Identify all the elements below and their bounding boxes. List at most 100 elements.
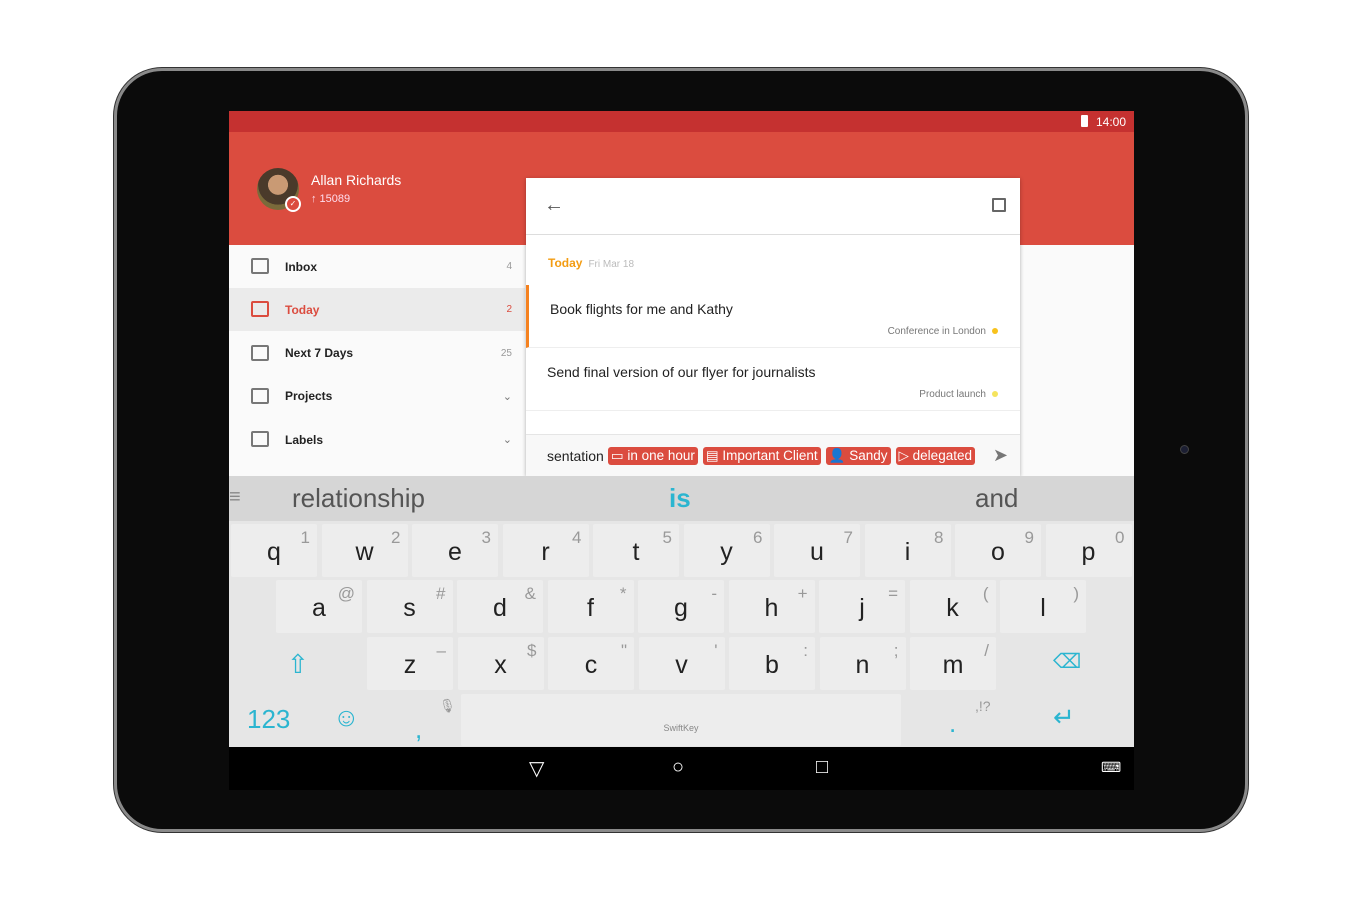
key-secondary: + [797, 584, 808, 603]
suggestion[interactable]: is [669, 483, 691, 514]
karma-badge-icon: ✓ [285, 196, 301, 212]
key-u[interactable]: u7 [774, 524, 860, 577]
suggestion[interactable]: relationship [292, 483, 425, 514]
sidebar-item-today[interactable]: Today 2 [229, 288, 525, 332]
sidebar-item-labels[interactable]: Labels ⌄ [229, 418, 525, 461]
quick-add-input[interactable]: sentation ▭ in one hour ▤ Important Clien… [526, 434, 1020, 476]
keyboard: ≡ relationship is and ⇧ ⌫ 123 ☺ , 🎙 Swif… [229, 476, 1134, 747]
key-label: m [942, 651, 964, 679]
sidebar: Inbox 4 Today 2 Next 7 Days 25 Projects ⌄ Labels… [229, 245, 525, 476]
key-h[interactable]: h + [728, 580, 815, 633]
calendar-icon [251, 301, 269, 318]
sidebar-item-inbox[interactable]: Inbox 4 [229, 245, 525, 288]
recents-nav-icon[interactable]: □ [816, 756, 828, 779]
item-count: 4 [506, 261, 512, 272]
key-secondary: ( [982, 584, 989, 603]
key-s[interactable]: s # [366, 580, 453, 633]
key-label: b [765, 651, 779, 679]
quick-add-text: sentation [547, 447, 604, 464]
chevron-down-icon[interactable]: ⌄ [503, 390, 512, 403]
mic-icon[interactable]: 🎙 [439, 698, 456, 714]
key-t[interactable]: t5 [593, 524, 679, 577]
key-secondary: " [620, 641, 627, 660]
key-secondary: 7 [843, 528, 853, 547]
quick-add-chip[interactable]: ▭ in one hour [607, 446, 698, 465]
key-o[interactable]: o9 [955, 524, 1041, 577]
key-secondary: 6 [753, 528, 763, 547]
key-k[interactable]: k( [909, 580, 996, 633]
nav-bar: ▽ ○ □ ⌨ [229, 747, 1134, 790]
key-z[interactable]: z – [367, 637, 453, 690]
key-y[interactable]: y6 [683, 524, 770, 577]
key-l[interactable]: l) [1000, 580, 1086, 633]
key-label: n [855, 651, 870, 679]
punctuation-label: ,!? [975, 698, 991, 714]
key-secondary: : [803, 641, 808, 660]
key-q[interactable]: q1 [231, 524, 317, 577]
key-secondary: ) [1073, 584, 1079, 603]
suggestion[interactable]: and [975, 483, 1018, 514]
sidebar-item-label: Today [285, 302, 320, 317]
task-title: Send final version of our flyer for jour… [547, 364, 816, 380]
task-title: Book flights for me and Kathy [550, 301, 733, 317]
space-key[interactable]: SwiftKey [461, 694, 901, 746]
key-j[interactable]: j = [819, 580, 905, 633]
enter-icon[interactable]: ↵ [1053, 702, 1075, 733]
keyboard-switch-icon[interactable]: ⌨ [1101, 759, 1121, 776]
project-color-dot [992, 391, 998, 398]
period-key[interactable]: . [949, 708, 956, 739]
menu-icon[interactable]: ≡ [229, 486, 241, 509]
numbers-key[interactable]: 123 [247, 704, 290, 735]
key-m[interactable]: m / [910, 637, 996, 690]
key-secondary: 2 [391, 528, 401, 547]
quick-add-chip[interactable]: 👤 Sandy [825, 446, 891, 465]
avatar[interactable]: ✓ [257, 168, 301, 212]
key-a[interactable]: a @ [276, 580, 362, 633]
comma-key[interactable]: , [415, 714, 422, 745]
key-v[interactable]: v ' [638, 637, 725, 690]
key-i[interactable]: i8 [864, 524, 951, 577]
key-g[interactable]: g- [638, 580, 724, 633]
key-secondary: - [711, 584, 717, 603]
item-count: 25 [500, 347, 512, 359]
key-f[interactable]: f * [547, 580, 634, 633]
key-n[interactable]: n; [819, 637, 906, 690]
send-icon[interactable]: ➤ [993, 445, 1008, 466]
sidebar-item-label: Projects [285, 389, 333, 404]
chevron-down-icon[interactable]: ⌄ [503, 433, 512, 446]
key-secondary: 0 [1115, 528, 1125, 547]
battery-icon [1081, 115, 1088, 127]
key-r[interactable]: r4 [502, 524, 589, 577]
home-nav-icon[interactable]: ○ [672, 756, 684, 779]
key-b[interactable]: b: [729, 637, 815, 690]
user-name: Allan Richards [311, 172, 402, 188]
key-e[interactable]: e3 [412, 524, 498, 577]
screen: 14:00 ✓ Allan Richards ↑ 15089 Inbox 4 Tod… [229, 111, 1134, 790]
emoji-icon[interactable]: ☺ [333, 702, 360, 733]
label-icon [251, 431, 269, 448]
key-p[interactable]: p0 [1045, 524, 1132, 577]
calendar-plus7-icon [251, 344, 269, 361]
swiftkey-logo: SwiftKey [663, 723, 699, 733]
sidebar-item-label: Next 7 Days [285, 346, 354, 361]
quick-add-chip[interactable]: ▤ Important Client [702, 446, 821, 465]
day-header: Today Fri Mar 18 [548, 256, 634, 270]
back-nav-icon[interactable]: ▽ [529, 756, 544, 781]
key-secondary: 3 [481, 528, 491, 547]
sidebar-item-next-7-days[interactable]: Next 7 Days 25 [229, 332, 525, 375]
quick-add-chip[interactable]: ▷ delegated [895, 446, 975, 465]
back-arrow-icon[interactable]: ← [544, 194, 564, 217]
key-x[interactable]: x $ [457, 637, 544, 690]
shift-icon[interactable]: ⇧ [287, 649, 309, 680]
day-label: Today [548, 256, 583, 270]
key-d[interactable]: d & [457, 580, 543, 633]
status-bar: 14:00 [229, 111, 1134, 132]
backspace-icon[interactable]: ⌫ [1053, 649, 1081, 674]
key-c[interactable]: c " [548, 637, 634, 690]
key-w[interactable]: w2 [321, 524, 408, 577]
camera [1180, 445, 1189, 454]
sidebar-item-projects[interactable]: Projects ⌄ [229, 375, 525, 418]
task-item[interactable]: Send final version of our flyer for jour… [526, 348, 1020, 411]
task-item[interactable]: Book flights for me and Kathy Conference … [526, 285, 1020, 348]
open-external-icon[interactable] [992, 198, 1006, 212]
